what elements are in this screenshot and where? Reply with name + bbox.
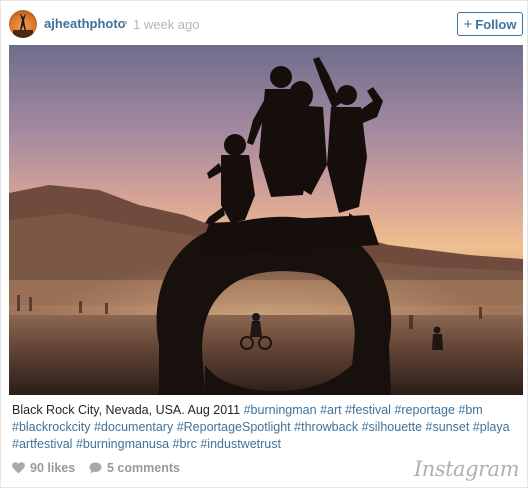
post-timestamp[interactable]: 1 week ago <box>133 17 200 32</box>
username-link[interactable]: ajheathphoto <box>44 16 126 31</box>
hashtag-link[interactable]: #silhouette <box>362 420 422 434</box>
hashtag-link[interactable]: #burningmanusa <box>76 437 169 451</box>
hashtag-link[interactable]: #sunset <box>426 420 470 434</box>
follow-button[interactable]: + Follow <box>457 12 523 36</box>
hashtag-link[interactable]: #documentary <box>94 420 173 434</box>
follow-label: Follow <box>475 16 517 32</box>
hashtag-link[interactable]: #festival <box>345 403 391 417</box>
caption-text: Black Rock City, Nevada, USA. Aug 2011 <box>12 403 241 417</box>
hashtag-link[interactable]: #bm <box>458 403 482 417</box>
instagram-logo[interactable]: Instagram <box>414 457 519 481</box>
post-caption: Black Rock City, Nevada, USA. Aug 2011 #… <box>12 402 520 453</box>
comments-count[interactable]: 5 comments <box>89 461 180 475</box>
avatar-silhouette-icon <box>13 14 33 38</box>
hashtag-link[interactable]: #ReportageSpotlight <box>177 420 291 434</box>
separator-dot: • <box>123 15 128 30</box>
comments-label: 5 comments <box>107 461 180 475</box>
heart-icon <box>12 462 25 474</box>
comment-bubble-icon <box>89 462 102 474</box>
hashtag-link[interactable]: #throwback <box>294 420 358 434</box>
plus-icon: + <box>463 15 473 33</box>
likes-count[interactable]: 90 likes <box>12 461 75 475</box>
post-header: ajheathphoto • 1 week ago + Follow <box>1 1 528 45</box>
hashtag-link[interactable]: #reportage <box>394 403 454 417</box>
post-footer: 90 likes 5 comments Instagram <box>1 457 528 485</box>
hashtag-link[interactable]: #artfestival <box>12 437 72 451</box>
hashtag-link[interactable]: #playa <box>473 420 510 434</box>
avatar[interactable] <box>9 10 37 38</box>
likes-label: 90 likes <box>30 461 76 475</box>
hashtag-link[interactable]: #art <box>320 403 342 417</box>
post-photo[interactable] <box>9 45 523 395</box>
hashtag-link[interactable]: #blackrockcity <box>12 420 91 434</box>
hashtag-link[interactable]: #industwetrust <box>200 437 281 451</box>
hashtag-link[interactable]: #brc <box>173 437 197 451</box>
instagram-embed-card: ajheathphoto • 1 week ago + Follow Black… <box>0 0 528 488</box>
hashtag-link[interactable]: #burningman <box>244 403 317 417</box>
sunset-silhouette-photo <box>9 45 523 395</box>
